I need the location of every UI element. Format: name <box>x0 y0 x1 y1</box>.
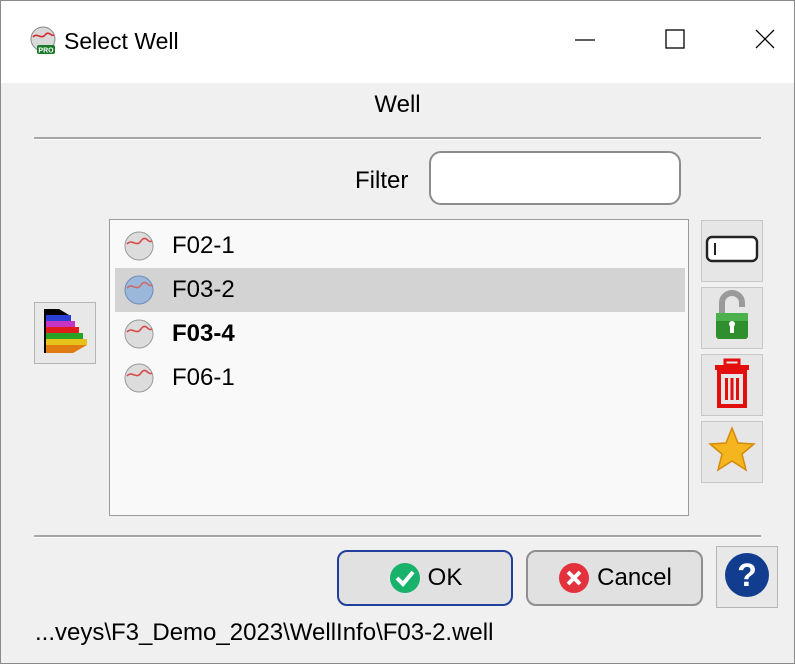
item-label: F03-2 <box>172 276 235 303</box>
help-icon: ? <box>723 551 771 604</box>
well-icon <box>123 362 155 394</box>
svg-text:PRO: PRO <box>38 48 54 55</box>
check-icon <box>388 561 422 595</box>
star-icon <box>707 425 757 480</box>
section-title: Well <box>374 91 421 118</box>
filter-label: Filter <box>355 167 409 194</box>
filter-input[interactable] <box>429 151 681 205</box>
cancel-button[interactable]: Cancel <box>526 550 703 606</box>
minimize-icon <box>573 27 597 56</box>
trash-icon <box>712 357 752 414</box>
close-icon <box>753 27 777 56</box>
app-pro-icon: PRO <box>29 26 59 56</box>
well-icon-selected <box>123 274 155 306</box>
well-icon <box>123 230 155 262</box>
sort-icon <box>39 305 91 362</box>
sort-button[interactable] <box>34 302 96 364</box>
well-list[interactable]: F02-1 F03-2 F03-4 F06-1 <box>109 219 689 516</box>
unlock-icon <box>710 289 754 348</box>
maximize-icon <box>663 27 687 56</box>
rename-icon <box>705 233 759 270</box>
window-title: Select Well <box>64 28 179 54</box>
well-icon <box>123 318 155 350</box>
favorite-button[interactable] <box>701 421 763 483</box>
divider-top <box>34 137 761 140</box>
status-path: ...veys\F3_Demo_2023\WellInfo\F03-2.well <box>35 619 494 646</box>
help-button[interactable]: ? <box>716 546 778 608</box>
rename-button[interactable] <box>701 220 763 282</box>
list-item-selected[interactable]: F03-2 <box>115 268 685 312</box>
list-item[interactable]: F06-1 <box>115 356 685 400</box>
delete-button[interactable] <box>701 354 763 416</box>
item-label: F03-4 <box>172 320 235 347</box>
cancel-x-icon <box>557 561 591 595</box>
list-item[interactable]: F03-4 <box>115 312 685 356</box>
cancel-label: Cancel <box>597 564 672 591</box>
svg-text:?: ? <box>737 557 757 593</box>
close-button[interactable] <box>741 19 789 63</box>
ok-button[interactable]: OK <box>337 550 513 606</box>
maximize-button[interactable] <box>651 19 699 63</box>
unlock-button[interactable] <box>701 287 763 349</box>
item-label: F06-1 <box>172 364 235 391</box>
minimize-button[interactable] <box>561 19 609 63</box>
select-well-dialog: PRO Select Well Well Filter F02-1 F03-2 … <box>0 0 795 664</box>
item-label: F02-1 <box>172 232 235 259</box>
title-bar: PRO Select Well <box>1 1 794 83</box>
divider-bottom <box>34 535 761 538</box>
ok-label: OK <box>427 564 463 591</box>
list-item[interactable]: F02-1 <box>115 224 685 268</box>
